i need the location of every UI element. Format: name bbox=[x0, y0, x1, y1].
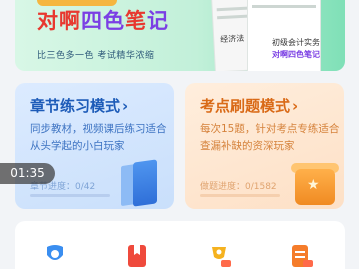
star-icon: ★ bbox=[307, 177, 320, 193]
orange-list-vip-icon[interactable] bbox=[289, 243, 313, 269]
red-bookmark-icon-svg bbox=[128, 245, 146, 267]
chevron-right-icon: › bbox=[292, 97, 299, 115]
book-stripe bbox=[252, 5, 316, 8]
banner-tag bbox=[37, 0, 117, 6]
timer-pill[interactable]: 01:35 bbox=[0, 163, 55, 184]
banner-title-part-4: 记 bbox=[147, 9, 169, 33]
promo-banner[interactable]: 对啊四色笔记 比三色多一色 考试精华浓缩 经济法 初级会计实务 对啊四色笔记 bbox=[15, 0, 345, 71]
banner-title-part-3: 笔 bbox=[125, 9, 147, 33]
keypoint-drill-title: 考点刷题模式 › bbox=[200, 95, 298, 116]
red-bookmark-icon[interactable] bbox=[125, 243, 149, 269]
keypoint-drill-desc: 每次15题，针对考点专练适合查漏补缺的资深玩家 bbox=[200, 123, 340, 152]
book-series-title: 对啊四色笔记 bbox=[272, 50, 320, 59]
chevron-right-icon: › bbox=[122, 97, 129, 115]
trophy-vip-icon-svg bbox=[212, 247, 231, 267]
card-title-text: 章节练习模式 bbox=[30, 97, 121, 115]
blue-medal-icon[interactable] bbox=[43, 243, 67, 269]
chapter-practice-title: 章节练习模式 › bbox=[30, 95, 128, 116]
blue-medal-icon-svg bbox=[47, 245, 63, 260]
feature-icon-panel bbox=[15, 221, 345, 269]
book-illustration-icon bbox=[133, 159, 157, 207]
keypoint-drill-card[interactable]: 考点刷题模式 › 每次15题，针对考点专练适合查漏补缺的资深玩家 做题进度：0/1… bbox=[185, 83, 344, 209]
trophy-vip-icon[interactable] bbox=[207, 243, 231, 269]
banner-title-part-2: 四色 bbox=[81, 9, 125, 33]
book-title-left: 经济法 bbox=[220, 33, 245, 45]
chapter-progress-bar bbox=[30, 194, 110, 197]
chapter-practice-card[interactable]: 章节练习模式 › 同步教材，视频课后练习适合从头学起的小白玩家 章节进度：0/42 bbox=[15, 83, 174, 209]
book-title-right: 初级会计实务 bbox=[272, 38, 320, 47]
banner-title: 对啊四色笔记 bbox=[37, 8, 169, 34]
chapter-practice-desc: 同步教材，视频课后练习适合从头学起的小白玩家 bbox=[30, 123, 167, 152]
drill-progress-text: 做题进度：0/1582 bbox=[200, 182, 277, 192]
card-title-text: 考点刷题模式 bbox=[200, 97, 291, 115]
banner-title-part-1: 对啊 bbox=[37, 9, 81, 33]
orange-list-vip-icon-svg bbox=[292, 245, 313, 267]
drill-progress-bar bbox=[200, 194, 280, 197]
banner-subtitle: 比三色多一色 考试精华浓缩 bbox=[37, 51, 155, 61]
banner-book-right: 初级会计实务 对啊四色笔记 bbox=[247, 0, 321, 71]
